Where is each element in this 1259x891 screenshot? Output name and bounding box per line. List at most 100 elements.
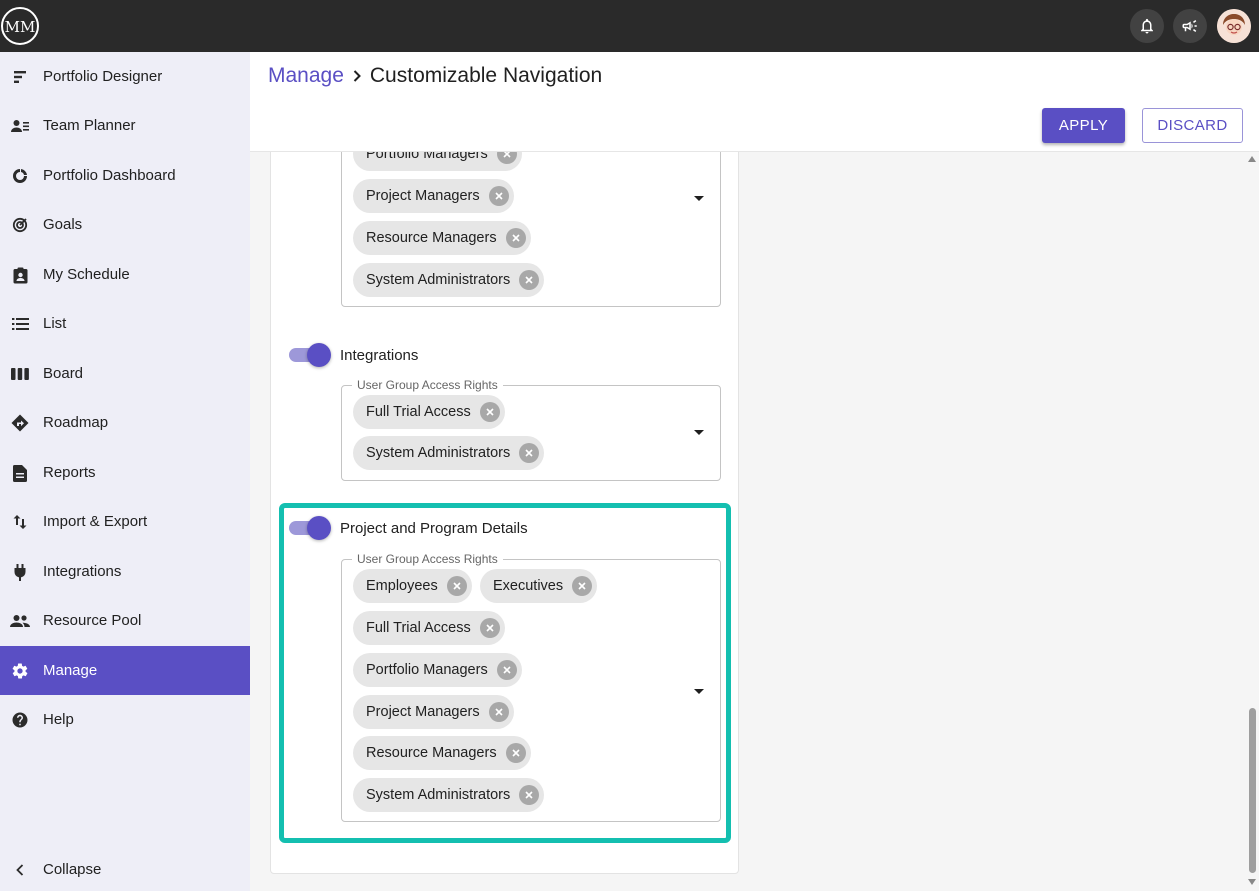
chip-label: Resource Managers <box>366 230 497 246</box>
chip: Full Trial Access <box>353 395 505 429</box>
sidebar-item-label: Goals <box>43 216 83 233</box>
dashboard-icon <box>10 166 30 186</box>
people-icon <box>10 611 30 631</box>
megaphone-icon <box>1182 20 1197 32</box>
chip: Project Managers <box>353 179 514 213</box>
top-bar: MM <box>0 0 1259 52</box>
chip: Executives <box>480 569 598 603</box>
dropdown-arrow-icon[interactable] <box>694 430 704 435</box>
content-scrollbar[interactable] <box>1245 152 1259 891</box>
sidebar-collapse-button[interactable]: Collapse <box>0 845 250 891</box>
user-avatar[interactable] <box>1217 9 1251 43</box>
chip-remove-icon[interactable] <box>519 443 540 463</box>
collapse-label: Collapse <box>43 861 102 878</box>
dropdown-arrow-icon[interactable] <box>694 689 704 694</box>
board-icon <box>10 364 30 384</box>
sidebar-item-integrations[interactable]: Integrations <box>0 547 250 596</box>
chip-label: Employees <box>366 578 438 594</box>
notifications-button[interactable] <box>1130 9 1164 43</box>
sidebar-item-team-planner[interactable]: Team Planner <box>0 101 250 150</box>
toggle-thumb <box>307 516 331 540</box>
chip-label: Project Managers <box>366 704 480 720</box>
sidebar-item-label: Integrations <box>43 563 122 580</box>
sidebar-item-label: Board <box>43 365 84 382</box>
chip-remove-icon[interactable] <box>488 186 509 206</box>
import-export-icon <box>10 512 30 532</box>
announcements-button[interactable] <box>1173 9 1207 43</box>
chip: Full Trial Access <box>353 611 505 645</box>
sidebar-item-portfolio-dashboard[interactable]: Portfolio Dashboard <box>0 151 250 200</box>
sidebar-item-roadmap[interactable]: Roadmap <box>0 398 250 447</box>
section-title-project-program-details: Project and Program Details <box>340 520 528 537</box>
sidebar-item-reports[interactable]: Reports <box>0 448 250 497</box>
chip-remove-icon[interactable] <box>479 618 500 638</box>
sidebar-item-label: Portfolio Designer <box>43 68 163 85</box>
project-program-details-toggle[interactable] <box>289 516 331 540</box>
chip: Portfolio Managers <box>353 152 522 171</box>
roadmap-icon <box>10 413 30 433</box>
chip: System Administrators <box>353 778 545 812</box>
page-title: Customizable Navigation <box>369 64 603 87</box>
chip-remove-icon[interactable] <box>519 785 540 805</box>
sidebar: Portfolio Designer Team Planner Portfoli… <box>0 52 250 891</box>
project-program-details-access-field[interactable]: User Group Access Rights Employees Execu… <box>341 552 721 822</box>
apply-button[interactable]: APPLY <box>1042 108 1125 143</box>
chip-label: Project Managers <box>366 188 480 204</box>
sidebar-item-resource-pool[interactable]: Resource Pool <box>0 596 250 645</box>
sidebar-item-label: Portfolio Dashboard <box>43 167 176 184</box>
plug-icon <box>10 562 30 582</box>
chip-label: Portfolio Managers <box>366 662 488 678</box>
chip-remove-icon[interactable] <box>446 576 467 596</box>
integrations-toggle[interactable] <box>289 343 331 367</box>
portfolio-designer-icon <box>10 67 30 87</box>
sidebar-item-manage[interactable]: Manage <box>0 646 250 695</box>
chip: Resource Managers <box>353 736 531 770</box>
toggle-thumb <box>307 343 331 367</box>
sidebar-item-goals[interactable]: Goals <box>0 200 250 249</box>
chip-label: Resource Managers <box>366 745 497 761</box>
chip: Employees <box>353 569 472 603</box>
sidebar-item-label: My Schedule <box>43 266 130 283</box>
list-icon <box>10 314 30 334</box>
chip-remove-icon[interactable] <box>572 576 593 596</box>
discard-button[interactable]: DISCARD <box>1142 108 1243 143</box>
sidebar-item-label: Resource Pool <box>43 612 142 629</box>
chip-remove-icon[interactable] <box>496 660 517 680</box>
sidebar-item-portfolio-designer[interactable]: Portfolio Designer <box>0 52 250 101</box>
chip-remove-icon[interactable] <box>505 743 526 763</box>
chip-remove-icon[interactable] <box>496 152 517 164</box>
chip-remove-icon[interactable] <box>505 228 526 248</box>
content-area: Portfolio Managers Project Managers Reso… <box>250 152 1245 891</box>
sidebar-item-help[interactable]: Help <box>0 695 250 744</box>
reports-icon <box>10 463 30 483</box>
sidebar-item-label: Help <box>43 711 74 728</box>
sidebar-item-import-export[interactable]: Import & Export <box>0 497 250 546</box>
bell-icon <box>1141 18 1153 34</box>
field-label: User Group Access Rights <box>352 378 503 392</box>
breadcrumb-manage-link[interactable]: Manage <box>268 64 344 88</box>
chip-remove-icon[interactable] <box>488 702 509 722</box>
scroll-up-arrow-icon[interactable] <box>1248 156 1256 162</box>
chip: Project Managers <box>353 695 514 729</box>
app-logo[interactable]: MM <box>1 7 39 45</box>
integrations-access-field[interactable]: User Group Access Rights Full Trial Acce… <box>341 378 721 481</box>
schedule-icon <box>10 265 30 285</box>
team-planner-icon <box>10 116 30 136</box>
user-group-access-field[interactable]: Portfolio Managers Project Managers Reso… <box>341 152 721 307</box>
chip: Resource Managers <box>353 221 531 255</box>
chevron-left-icon <box>10 860 30 880</box>
chip-label: Full Trial Access <box>366 620 471 636</box>
sidebar-item-board[interactable]: Board <box>0 349 250 398</box>
chip-remove-icon[interactable] <box>479 402 500 422</box>
sidebar-item-my-schedule[interactable]: My Schedule <box>0 250 250 299</box>
scroll-down-arrow-icon[interactable] <box>1248 879 1256 885</box>
page-header: Manage Customizable Navigation APPLY DIS… <box>250 52 1259 152</box>
dropdown-arrow-icon[interactable] <box>694 196 704 201</box>
chip-label: Portfolio Managers <box>366 152 488 162</box>
section-title-integrations: Integrations <box>340 347 419 364</box>
sidebar-item-list[interactable]: List <box>0 299 250 348</box>
chip-remove-icon[interactable] <box>519 270 540 290</box>
scrollbar-thumb[interactable] <box>1249 708 1256 873</box>
help-icon <box>10 710 30 730</box>
avatar-image <box>1217 9 1251 43</box>
